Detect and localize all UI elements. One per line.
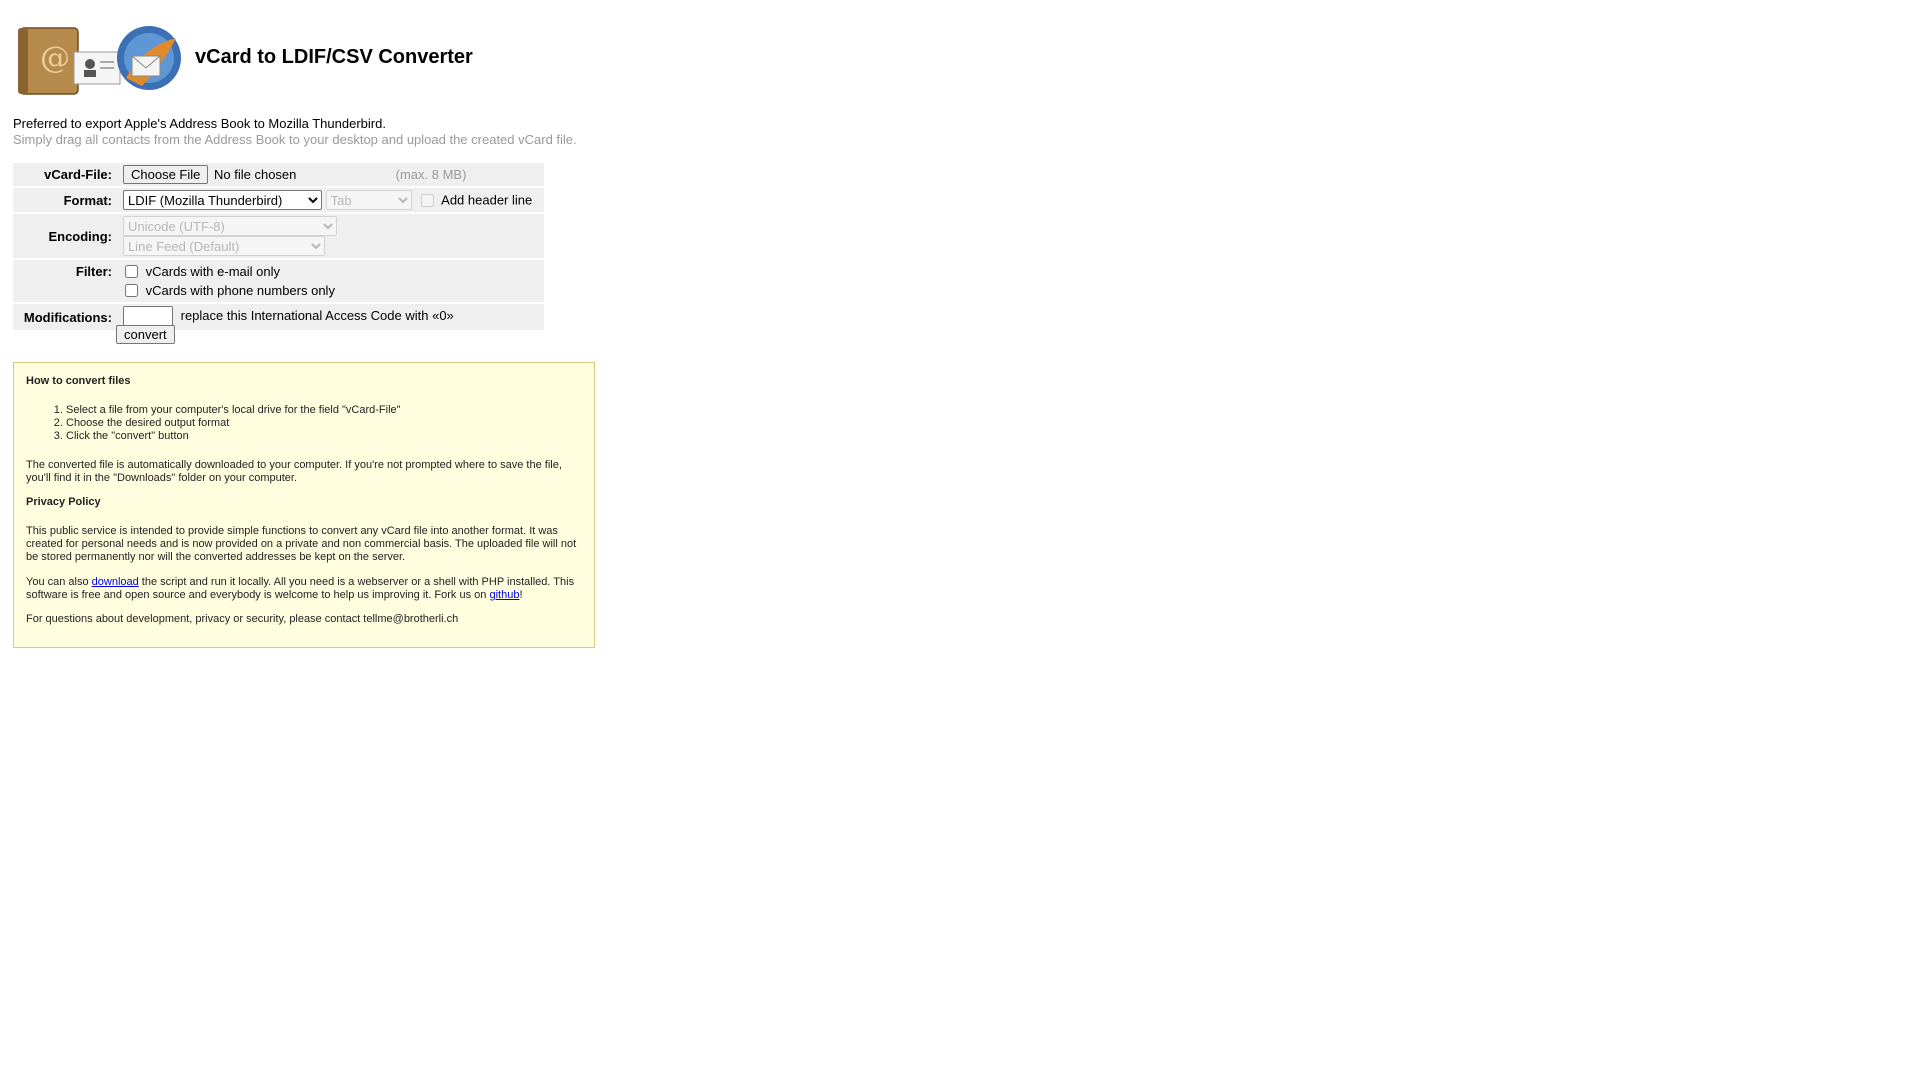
filter-email-option[interactable]: vCards with e-mail only (123, 262, 541, 281)
filter-phone-checkbox[interactable] (125, 284, 138, 297)
filter-email-checkbox[interactable] (125, 265, 138, 278)
svg-text:@: @ (40, 41, 70, 76)
info-box: How to convert files Select a file from … (13, 362, 595, 648)
local-install-note: You can also download the script and run… (26, 576, 582, 602)
local-install-pre: You can also (26, 576, 92, 588)
download-link[interactable]: download (92, 576, 139, 588)
delimiter-select[interactable]: Tab (325, 190, 412, 210)
max-size-hint: (max. 8 MB) (395, 167, 467, 182)
howto-title: How to convert files (26, 375, 131, 387)
format-cell: LDIF (Mozilla Thunderbird) Tab Add heade… (120, 188, 544, 212)
format-select[interactable]: LDIF (Mozilla Thunderbird) (123, 190, 322, 210)
convert-button[interactable]: convert (116, 325, 175, 344)
encoding-select[interactable]: Unicode (UTF-8) (123, 216, 337, 236)
modifications-row: Modifications: replace this Internationa… (13, 304, 544, 330)
filter-cell: vCards with e-mail only vCards with phon… (120, 260, 544, 302)
github-link[interactable]: github (489, 589, 519, 601)
local-install-post: ! (519, 589, 523, 601)
header: @ (14, 16, 184, 100)
intro-text: Preferred to export Apple's Address Book… (13, 116, 386, 131)
privacy-text: This public service is intended to provi… (26, 525, 577, 563)
linefeed-select[interactable]: Line Feed (Default) (123, 236, 325, 256)
encoding-row: Encoding: Unicode (UTF-8) Line Feed (Def… (13, 214, 544, 258)
filter-row: Filter: vCards with e-mail only vCards w… (13, 260, 544, 302)
format-label: Format: (13, 188, 120, 212)
download-note: The converted file is automatically down… (26, 459, 562, 484)
filter-email-label: vCards with e-mail only (145, 264, 280, 279)
filter-phone-label: vCards with phone numbers only (145, 283, 335, 298)
access-code-label: replace this International Access Code w… (180, 308, 454, 324)
add-header-line-label: Add header line (441, 192, 533, 208)
filter-label: Filter: (13, 260, 120, 302)
howto-step: Click the "convert" button (66, 430, 582, 443)
howto-step: Select a file from your computer's local… (66, 404, 582, 417)
privacy-title: Privacy Policy (26, 496, 101, 508)
filter-phone-option[interactable]: vCards with phone numbers only (123, 281, 541, 300)
format-row: Format: LDIF (Mozilla Thunderbird) Tab A… (13, 188, 544, 212)
intro-subtext: Simply drag all contacts from the Addres… (13, 132, 577, 147)
file-chosen-text: No file chosen (214, 167, 297, 182)
choose-file-button[interactable]: Choose File (123, 165, 209, 184)
contact-note: For questions about development, privacy… (26, 613, 459, 625)
address-book-thunderbird-logo: @ (14, 16, 184, 100)
encoding-cell: Unicode (UTF-8) Line Feed (Default) (120, 214, 544, 258)
vcard-file-label: vCard-File: (13, 163, 120, 186)
modifications-label: Modifications: (13, 304, 120, 330)
howto-steps: Select a file from your computer's local… (26, 404, 582, 443)
vcard-file-row: vCard-File: Choose File No file chosen (… (13, 163, 544, 186)
page-title: vCard to LDIF/CSV Converter (195, 46, 473, 68)
howto-step: Choose the desired output format (66, 417, 582, 430)
add-header-line-checkbox[interactable] (421, 193, 435, 207)
vcard-file-cell: Choose File No file chosen (max. 8 MB) (120, 163, 544, 186)
encoding-label: Encoding: (13, 214, 120, 258)
intro: Preferred to export Apple's Address Book… (13, 116, 577, 148)
convert-row: convert (116, 325, 175, 344)
modifications-cell: replace this International Access Code w… (120, 304, 544, 330)
converter-form: vCard-File: Choose File No file chosen (… (13, 161, 544, 332)
